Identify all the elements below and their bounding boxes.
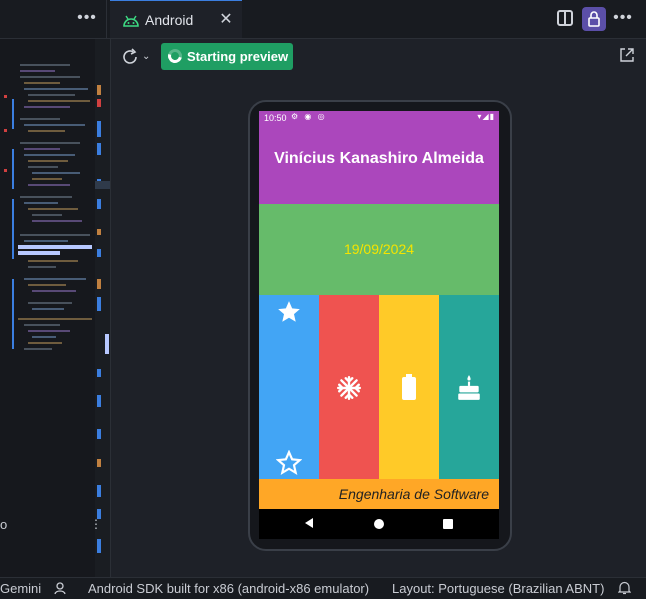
ide-status-bar: Gemini Android SDK built for x86 (androi…	[0, 577, 646, 599]
cake-icon	[458, 375, 480, 400]
top-bar: ••• Android ✕ •••	[0, 0, 646, 39]
date-text: 19/09/2024	[343, 241, 415, 257]
device-status[interactable]: Android SDK built for x86 (android-x86 e…	[88, 581, 369, 596]
overview-ruler[interactable]	[95, 39, 110, 577]
name-section: Vinícius Kanashiro Almeida	[259, 126, 499, 204]
chevron-down-icon[interactable]: ⌄	[142, 51, 150, 62]
blue-column	[259, 295, 319, 479]
refresh-icon[interactable]	[121, 48, 141, 66]
split-editor-icon[interactable]	[557, 10, 573, 26]
open-external-icon[interactable]	[619, 47, 635, 63]
lock-button[interactable]	[582, 7, 606, 31]
editor-text: o	[0, 517, 8, 532]
preview-label: Starting preview	[187, 49, 289, 64]
more-actions-icon[interactable]: •••	[612, 8, 634, 30]
divider	[106, 0, 107, 38]
star-icon	[278, 301, 300, 322]
android-icon	[123, 15, 139, 27]
spinner-icon	[165, 46, 185, 66]
vertical-dots-icon[interactable]: ⋮	[90, 517, 102, 531]
yellow-column	[379, 295, 439, 479]
course-text: Engenharia de Software	[338, 486, 489, 502]
starting-preview-button[interactable]: Starting preview	[161, 43, 293, 70]
code-minimap[interactable]: o ⋮	[0, 39, 111, 577]
minimap-lines	[4, 64, 92, 350]
device-screen[interactable]: 10:50 ⚙ ◉ ◎ ▾◢▮ Vinícius Kanashiro Almei…	[259, 111, 499, 539]
recents-icon[interactable]	[443, 519, 453, 529]
android-nav-bar	[259, 509, 499, 539]
tab-android[interactable]: Android ✕	[110, 0, 242, 38]
ruler-marks	[95, 85, 110, 553]
gemini-status[interactable]: Gemini	[0, 581, 41, 596]
bell-icon[interactable]	[618, 581, 631, 595]
keyboard-layout-status[interactable]: Layout: Portuguese (Brazilian ABNT)	[392, 581, 604, 596]
signal-battery-icons: ▾◢▮	[477, 112, 495, 121]
teal-column	[439, 295, 499, 479]
snowflake-icon	[336, 375, 362, 401]
status-time: 10:50	[264, 113, 287, 123]
more-actions-icon[interactable]: •••	[76, 8, 98, 30]
red-column	[319, 295, 379, 479]
battery-icon	[402, 374, 416, 400]
home-icon[interactable]	[374, 519, 384, 529]
close-icon[interactable]: ✕	[218, 12, 234, 28]
tab-label: Android	[145, 12, 194, 28]
back-icon[interactable]	[305, 518, 313, 528]
lock-icon	[588, 11, 600, 27]
course-bar: Engenharia de Software	[259, 479, 499, 509]
star-outline-icon	[276, 450, 302, 475]
android-status-bar: 10:50 ⚙ ◉ ◎ ▾◢▮	[259, 111, 499, 126]
notification-icons: ⚙ ◉ ◎	[291, 112, 327, 121]
date-section: 19/09/2024	[259, 204, 499, 295]
account-icon[interactable]	[54, 581, 68, 595]
student-name: Vinícius Kanashiro Almeida	[274, 150, 484, 167]
